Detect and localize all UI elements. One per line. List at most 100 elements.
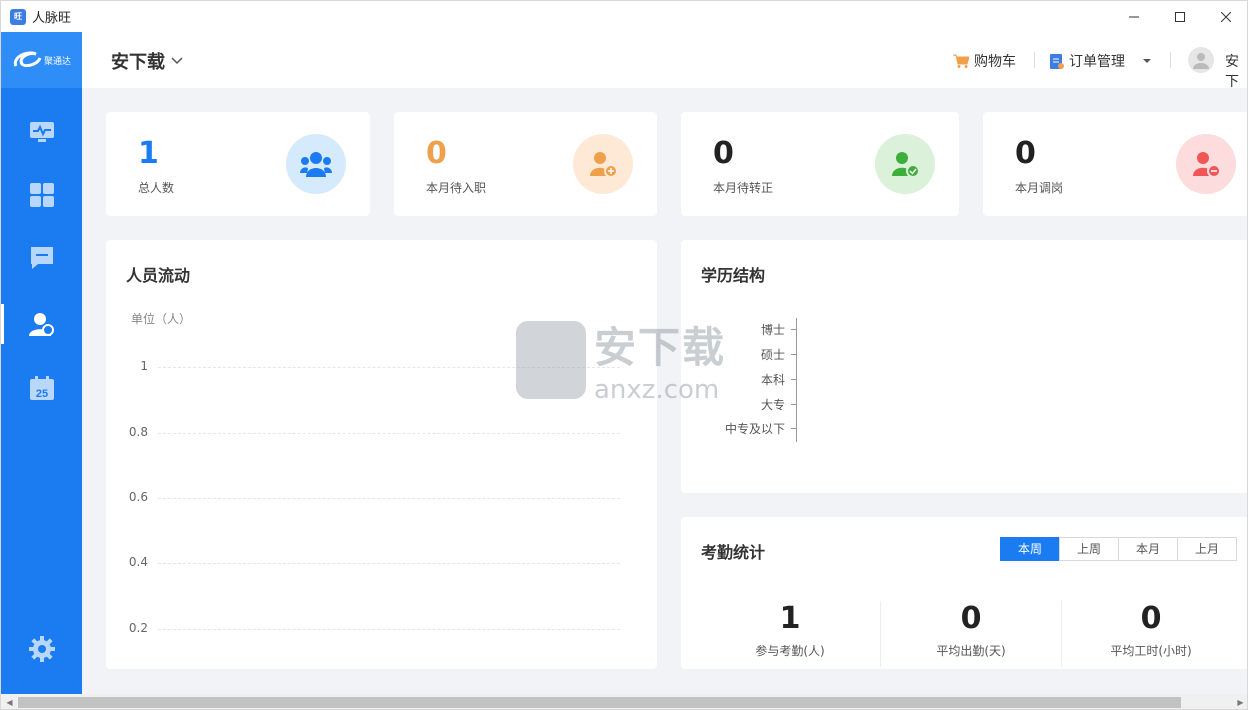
gear-icon xyxy=(28,636,55,662)
scrollbar-thumb[interactable] xyxy=(18,697,1181,708)
close-button[interactable] xyxy=(1203,1,1247,32)
people-icon xyxy=(28,313,54,336)
period-tabs: 本周 上周 本月 上月 xyxy=(1000,537,1237,561)
axis-tick xyxy=(791,404,796,405)
y-tick-label: 0.2 xyxy=(128,621,148,635)
nav-calendar[interactable]: 25 xyxy=(1,360,82,416)
cart-icon xyxy=(953,54,969,68)
axis-tick xyxy=(791,428,796,429)
caret-down-icon xyxy=(1143,59,1151,63)
nav-messages[interactable] xyxy=(1,230,82,286)
app-window: 旺 人脉旺 聚通达 25 安下载 购物车 订单管理 安下 1 总人数 0 本月待… xyxy=(0,0,1248,710)
stat-card-pending-regular[interactable]: 0 本月待转正 xyxy=(681,112,959,216)
y-axis-line xyxy=(796,318,797,442)
scroll-right-arrow[interactable]: ▶ xyxy=(1232,694,1247,709)
orders-label: 订单管理 xyxy=(1069,54,1125,70)
gridline xyxy=(158,629,620,630)
axis-tick xyxy=(791,329,796,330)
company-selector[interactable]: 安下载 xyxy=(111,48,183,74)
company-name: 安下载 xyxy=(111,52,165,73)
metric-label: 平均工时(小时) xyxy=(1110,644,1192,658)
y-tick-label: 0.4 xyxy=(128,555,148,569)
nav-settings[interactable] xyxy=(1,621,82,677)
grid-icon xyxy=(29,183,54,207)
category-label: 博士 xyxy=(760,323,785,337)
scroll-left-arrow[interactable]: ◀ xyxy=(1,694,18,709)
top-header: 安下载 购物车 订单管理 安下 xyxy=(82,32,1247,91)
education-structure-panel: 学历结构 博士 硕士 本科 大专 中专及以下 xyxy=(681,240,1247,493)
window-title: 人脉旺 xyxy=(32,11,72,26)
nav-people[interactable] xyxy=(1,296,82,352)
user-remove-icon xyxy=(1193,152,1221,178)
gridline xyxy=(158,498,620,499)
sidebar: 聚通达 25 xyxy=(1,32,82,694)
metric-value: 0 xyxy=(960,601,982,636)
stat-label: 本月待转正 xyxy=(713,181,774,195)
header-divider xyxy=(1170,52,1171,68)
stat-value: 1 xyxy=(138,136,159,171)
chevron-down-icon xyxy=(171,57,183,65)
logo-text: 聚通达 xyxy=(43,56,71,67)
panel-title: 考勤统计 xyxy=(701,543,766,562)
avatar[interactable] xyxy=(1188,47,1214,73)
metric-avg-hours: 0 平均工时(小时) xyxy=(1061,601,1241,659)
axis-tick xyxy=(791,379,796,380)
user-name[interactable]: 安下 xyxy=(1225,51,1247,91)
stat-label: 总人数 xyxy=(138,181,175,195)
stat-value: 0 xyxy=(1015,136,1036,171)
category-label: 大专 xyxy=(760,398,785,412)
stat-card-total[interactable]: 1 总人数 xyxy=(106,112,370,216)
maximize-button[interactable] xyxy=(1157,1,1203,32)
nav-apps[interactable] xyxy=(1,167,82,223)
panel-title: 人员流动 xyxy=(126,266,191,285)
panel-title: 学历结构 xyxy=(701,266,766,285)
y-tick-label: 0.8 xyxy=(128,425,148,439)
metric-participants: 1 参与考勤(人) xyxy=(700,601,880,659)
metric-label: 平均出勤(天) xyxy=(936,644,1006,658)
category-label: 本科 xyxy=(760,373,785,387)
cart-label: 购物车 xyxy=(974,54,1016,70)
logo: 聚通达 xyxy=(1,32,82,88)
y-tick-label: 1 xyxy=(140,359,148,373)
tab-this-month[interactable]: 本月 xyxy=(1118,537,1178,561)
minimize-icon xyxy=(1129,16,1139,17)
tab-this-week[interactable]: 本周 xyxy=(1000,537,1060,561)
y-axis-unit: 单位（人） xyxy=(131,312,192,326)
attendance-panel: 考勤统计 本周 上周 本月 上月 1 参与考勤(人) 0 平均出勤(天) 0 平… xyxy=(681,517,1247,669)
close-icon xyxy=(1221,11,1231,22)
gridline xyxy=(158,433,620,434)
gridline xyxy=(158,563,620,564)
user-icon xyxy=(1193,53,1209,69)
metric-value: 0 xyxy=(1140,601,1162,636)
category-label: 硕士 xyxy=(760,348,785,362)
calendar-badge: 25 xyxy=(35,388,47,400)
stat-card-pending-onboard[interactable]: 0 本月待入职 xyxy=(394,112,657,216)
gridline xyxy=(158,367,620,368)
user-add-icon xyxy=(590,152,618,178)
metric-value: 1 xyxy=(779,601,801,636)
order-doc-icon xyxy=(1050,53,1064,69)
app-icon: 旺 xyxy=(10,8,26,25)
minimize-button[interactable] xyxy=(1111,1,1157,32)
stat-label: 本月待入职 xyxy=(426,181,487,195)
tab-last-month[interactable]: 上月 xyxy=(1177,537,1237,561)
group-users-icon xyxy=(300,152,332,177)
horizontal-scrollbar[interactable]: ◀ ▶ xyxy=(1,694,1247,709)
orders-menu[interactable]: 订单管理 xyxy=(1050,51,1152,71)
stat-card-transfer[interactable]: 0 本月调岗 xyxy=(983,112,1247,216)
stat-label: 本月调岗 xyxy=(1015,181,1064,195)
nav-dashboard[interactable] xyxy=(1,104,82,160)
message-icon xyxy=(30,247,53,269)
calendar-icon: 25 xyxy=(29,376,54,400)
tab-last-week[interactable]: 上周 xyxy=(1059,537,1119,561)
monitor-chart-icon xyxy=(29,122,54,142)
title-bar: 旺 人脉旺 xyxy=(1,1,1247,32)
user-check-icon xyxy=(892,152,920,178)
logo-mark-icon xyxy=(13,51,42,68)
cart-link[interactable]: 购物车 xyxy=(953,51,1016,71)
maximize-icon xyxy=(1175,11,1185,22)
metric-label: 参与考勤(人) xyxy=(755,644,825,658)
metric-avg-attendance: 0 平均出勤(天) xyxy=(881,601,1061,659)
header-divider xyxy=(1034,52,1035,68)
category-label: 中专及以下 xyxy=(724,422,785,436)
